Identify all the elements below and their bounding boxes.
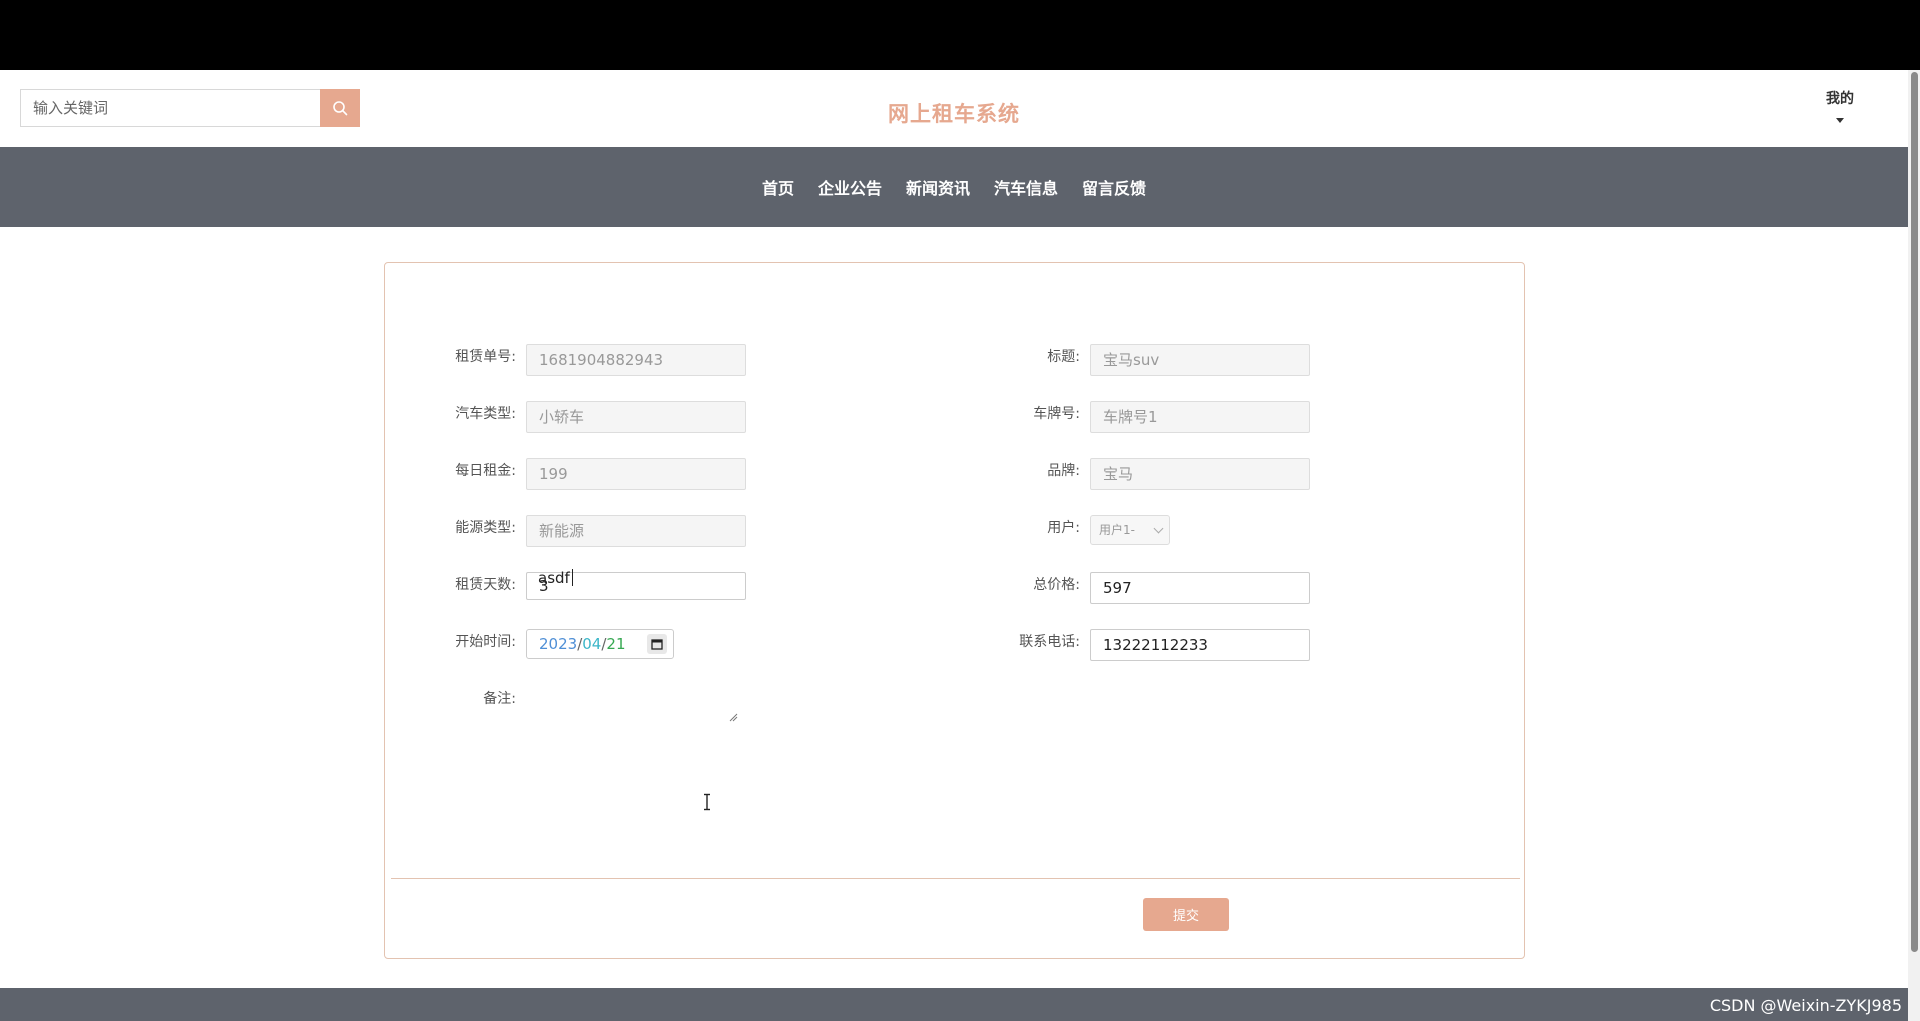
main-nav: 首页 企业公告 新闻资讯 汽车信息 留言反馈 — [0, 147, 1908, 227]
text-caret — [571, 569, 573, 586]
energy-type-label: 能源类型: — [455, 520, 516, 536]
user-field: 用户: 用户1- — [1047, 515, 1170, 547]
remark-textarea[interactable]: asdf — [526, 560, 738, 722]
watermark: CSDN @Weixin-ZYKJ985 — [1709, 996, 1902, 1015]
plate-no-input: 车牌号1 — [1090, 401, 1310, 433]
remark-text: asdf — [538, 569, 570, 587]
user-menu[interactable]: 我的 — [1810, 88, 1870, 123]
order-no-input: 1681904882943 — [526, 344, 746, 376]
remark-label: 备注: — [483, 691, 516, 707]
total-price-label: 总价格: — [1033, 577, 1080, 593]
footer-bar — [0, 988, 1908, 1021]
title-label: 标题: — [1047, 349, 1080, 365]
user-select-value: 用户1- — [1099, 523, 1135, 537]
text-cursor-icon — [704, 793, 710, 811]
header: 网上租车系统 我的 — [0, 70, 1908, 147]
site-title: 网上租车系统 — [888, 102, 1020, 126]
page: 网上租车系统 我的 首页 企业公告 新闻资讯 汽车信息 留言反馈 租赁单号: 1… — [0, 70, 1908, 1021]
energy-type-field: 能源类型: 新能源 — [455, 515, 746, 547]
plate-no-field: 车牌号: 车牌号1 — [1033, 401, 1310, 433]
phone-field: 联系电话: 13222112233 — [1019, 629, 1310, 661]
title-field: 标题: 宝马suv — [1047, 344, 1310, 376]
phone-input[interactable]: 13222112233 — [1090, 629, 1310, 661]
start-time-label: 开始时间: — [455, 634, 516, 650]
resize-grip-icon[interactable] — [728, 712, 738, 722]
title-input: 宝马suv — [1090, 344, 1310, 376]
nav-feedback[interactable]: 留言反馈 — [1082, 169, 1146, 205]
caret-down-icon — [1836, 118, 1844, 123]
user-select[interactable]: 用户1- — [1090, 515, 1170, 545]
order-no-label: 租赁单号: — [455, 349, 516, 365]
brand-field: 品牌: 宝马 — [1047, 458, 1310, 490]
nav-news[interactable]: 新闻资讯 — [906, 169, 970, 205]
plate-no-label: 车牌号: — [1033, 406, 1080, 422]
form-divider — [391, 878, 1520, 879]
user-label: 用户: — [1047, 520, 1080, 536]
nav-cars[interactable]: 汽车信息 — [994, 169, 1058, 205]
daily-rent-field: 每日租金: 199 — [455, 458, 746, 490]
nav-announcements[interactable]: 企业公告 — [818, 169, 882, 205]
nav-home[interactable]: 首页 — [762, 169, 794, 205]
rent-days-label: 租赁天数: — [455, 577, 516, 593]
total-price-field: 总价格: 597 — [1033, 572, 1310, 604]
car-type-field: 汽车类型: 小轿车 — [455, 401, 746, 433]
phone-label: 联系电话: — [1019, 634, 1080, 650]
user-menu-label: 我的 — [1826, 91, 1854, 107]
order-no-field: 租赁单号: 1681904882943 — [455, 344, 746, 376]
scrollbar[interactable] — [1908, 70, 1920, 1021]
brand-input: 宝马 — [1090, 458, 1310, 490]
car-type-input: 小轿车 — [526, 401, 746, 433]
submit-button[interactable]: 提交 — [1143, 898, 1229, 931]
daily-rent-label: 每日租金: — [455, 463, 516, 479]
total-price-input[interactable]: 597 — [1090, 572, 1310, 604]
scrollbar-thumb[interactable] — [1911, 72, 1918, 952]
brand-label: 品牌: — [1047, 463, 1080, 479]
daily-rent-input: 199 — [526, 458, 746, 490]
chevron-down-icon — [1153, 523, 1164, 534]
energy-type-input: 新能源 — [526, 515, 746, 547]
car-type-label: 汽车类型: — [455, 406, 516, 422]
